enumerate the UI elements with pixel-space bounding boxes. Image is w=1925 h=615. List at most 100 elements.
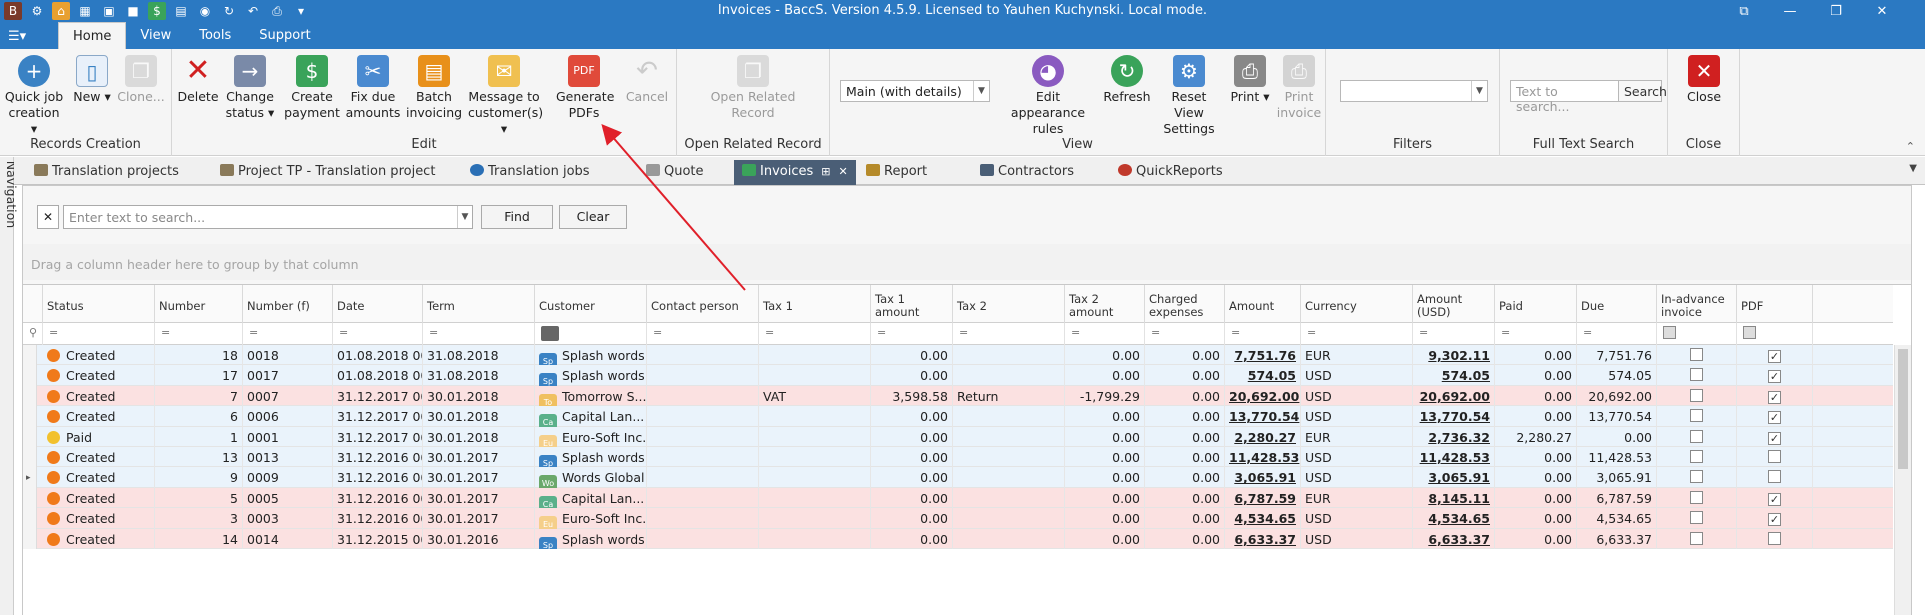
column-header-amount-usd[interactable]: Amount (USD) <box>1413 285 1495 323</box>
tab-invoices[interactable]: Invoices ⊞ ✕ <box>734 160 856 185</box>
tab-contractors[interactable]: Contractors <box>980 160 1074 185</box>
column-header-number-f[interactable]: Number (f) <box>243 285 333 323</box>
filter-cell-amount-usd[interactable]: = <box>1413 323 1495 345</box>
scroll-thumb[interactable] <box>1898 349 1908 469</box>
filter-cell-in-advance-invoice[interactable] <box>1657 323 1737 345</box>
tab-report[interactable]: Report <box>866 160 927 185</box>
change-status-button[interactable]: → Change status ▾ <box>224 55 276 121</box>
tab-support[interactable]: Support <box>245 22 324 49</box>
quick-job-creation-button[interactable]: + Quick job creation ▾ <box>4 55 64 137</box>
pdf-checkbox[interactable] <box>1768 470 1781 484</box>
pdf-checkbox[interactable]: ✓ <box>1768 370 1781 384</box>
in-advance-checkbox[interactable] <box>1690 409 1703 423</box>
clear-button[interactable]: Clear <box>559 205 627 229</box>
cancel-button[interactable]: ↶ Cancel <box>624 55 670 105</box>
table-row[interactable]: Created7000731.12.2017 00:0030.01.2018To… <box>23 385 1893 407</box>
row-indicator[interactable] <box>23 385 37 407</box>
tab-project-tp[interactable]: Project TP - Translation project <box>220 160 435 185</box>
clear-search-icon[interactable]: ✕ <box>37 205 59 229</box>
column-header-paid[interactable]: Paid <box>1495 285 1577 323</box>
column-header-amount[interactable]: Amount <box>1225 285 1301 323</box>
table-row[interactable]: Created14001431.12.2015 00:0030.01.2016S… <box>23 528 1893 549</box>
filter-cell-status[interactable]: = <box>43 323 155 345</box>
close-tab-icon[interactable]: ✕ <box>838 165 847 178</box>
table-row[interactable]: Created13001331.12.2016 00:0030.01.2017S… <box>23 447 1893 468</box>
row-indicator[interactable] <box>23 365 37 386</box>
filters-select[interactable]: ▼ <box>1340 80 1488 102</box>
column-header-in-advance-invoice[interactable]: In-advance invoice <box>1657 285 1737 323</box>
pdf-checkbox[interactable]: ✓ <box>1768 492 1781 506</box>
row-indicator[interactable] <box>23 406 37 427</box>
pdf-checkbox[interactable]: ✓ <box>1768 390 1781 404</box>
column-header-number[interactable]: Number <box>155 285 243 323</box>
tab-translation-projects[interactable]: Translation projects <box>34 160 179 185</box>
filter-cell-currency[interactable]: = <box>1301 323 1413 345</box>
pdf-checkbox[interactable]: ✓ <box>1768 411 1781 425</box>
filter-checkbox[interactable] <box>1743 326 1756 339</box>
print-button[interactable]: ⎙ Print ▾ <box>1228 55 1272 105</box>
in-advance-checkbox[interactable] <box>1690 429 1703 443</box>
row-indicator[interactable] <box>23 508 37 529</box>
pdf-checkbox[interactable]: ✓ <box>1768 350 1781 363</box>
column-header-pdf[interactable]: PDF <box>1737 285 1813 323</box>
full-text-search-button[interactable]: Search <box>1618 80 1667 102</box>
vertical-scrollbar[interactable] <box>1894 345 1911 615</box>
filter-cell-tax1-amount[interactable]: = <box>871 323 953 345</box>
minimize-icon[interactable]: — <box>1767 1 1813 21</box>
close-button[interactable]: ✕ Close <box>1682 55 1726 105</box>
row-indicator[interactable] <box>23 447 37 468</box>
fix-due-amounts-button[interactable]: ✂ Fix due amounts <box>344 55 402 121</box>
create-payment-button[interactable]: $ Create payment <box>284 55 340 121</box>
column-header-contact-person[interactable]: Contact person <box>647 285 759 323</box>
filter-cell-tax1[interactable]: = <box>759 323 871 345</box>
filter-cell-charged-expenses[interactable]: = <box>1145 323 1225 345</box>
filter-checkbox[interactable] <box>1663 326 1676 339</box>
chevron-down-icon[interactable]: ▼ <box>457 206 472 228</box>
maximize-icon[interactable]: ❐ <box>1813 1 1859 21</box>
column-header-currency[interactable]: Currency <box>1301 285 1413 323</box>
reset-view-settings-button[interactable]: ⚙ Reset View Settings <box>1156 55 1222 137</box>
column-header-status[interactable]: Status <box>43 285 155 323</box>
generate-pdfs-button[interactable]: PDF Generate PDFs <box>556 55 614 121</box>
tab-view[interactable]: View <box>126 22 185 49</box>
print-invoice-button[interactable]: ⎙ Print invoice <box>1276 55 1322 121</box>
search-input[interactable]: Enter text to search... ▼ <box>63 205 473 229</box>
in-advance-checkbox[interactable] <box>1690 368 1703 382</box>
column-header-customer[interactable]: Customer <box>535 285 647 323</box>
filter-cell-pdf[interactable] <box>1737 323 1813 345</box>
pdf-checkbox[interactable]: ✓ <box>1768 431 1781 445</box>
in-advance-checkbox[interactable] <box>1690 388 1703 402</box>
group-by-panel[interactable]: Drag a column header here to group by th… <box>23 244 1911 280</box>
filter-cell-contact-person[interactable]: = <box>647 323 759 345</box>
message-to-customers-button[interactable]: ✉ Message to customer(s) ▾ <box>468 55 543 137</box>
filter-cell-term[interactable]: = <box>423 323 535 345</box>
restore-layout-icon[interactable]: ⧉ <box>1721 1 1767 21</box>
row-indicator[interactable] <box>23 426 37 447</box>
clone-button[interactable]: ❐ Clone... <box>116 55 166 105</box>
pin-icon[interactable]: ⊞ <box>821 165 830 178</box>
filter-cell-number[interactable]: = <box>155 323 243 345</box>
tab-tools[interactable]: Tools <box>185 22 245 49</box>
filter-cell-tax2-amount[interactable]: = <box>1065 323 1145 345</box>
table-row[interactable]: Created17001701.08.2018 00:0031.08.2018S… <box>23 365 1893 386</box>
delete-button[interactable]: ✕ Delete <box>176 55 220 105</box>
in-advance-checkbox[interactable] <box>1690 490 1703 504</box>
column-header-tax1[interactable]: Tax 1 <box>759 285 871 323</box>
expand-row-icon[interactable]: ▸ <box>23 467 37 488</box>
tab-quickreports[interactable]: QuickReports <box>1118 160 1223 185</box>
table-row[interactable]: Created3000331.12.2016 00:0030.01.2017Eu… <box>23 508 1893 529</box>
column-header-charged-expenses[interactable]: Charged expenses <box>1145 285 1225 323</box>
filter-cell-tax2[interactable]: = <box>953 323 1065 345</box>
in-advance-checkbox[interactable] <box>1690 531 1703 545</box>
edit-appearance-rules-button[interactable]: ◕ Edit appearance rules <box>998 55 1098 137</box>
table-row[interactable]: Created18001801.08.2018 00:0031.08.2018S… <box>23 345 1893 366</box>
layout-select[interactable]: Main (with details) ▼ <box>840 80 990 102</box>
full-text-search-input[interactable]: Text to search... <box>1510 80 1620 114</box>
row-indicator[interactable] <box>23 345 37 366</box>
filter-cell-paid[interactable]: = <box>1495 323 1577 345</box>
filter-cell-due[interactable]: = <box>1577 323 1657 345</box>
in-advance-checkbox[interactable] <box>1690 511 1703 525</box>
in-advance-checkbox[interactable] <box>1690 470 1703 484</box>
close-window-icon[interactable]: ✕ <box>1859 1 1905 21</box>
column-header-term[interactable]: Term <box>423 285 535 323</box>
